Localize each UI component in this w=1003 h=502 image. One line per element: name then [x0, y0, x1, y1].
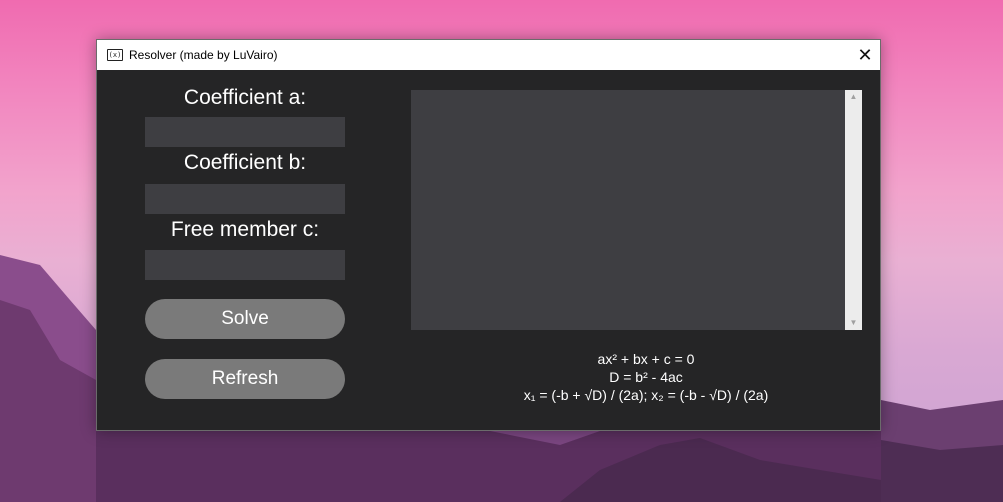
free-member-c-input[interactable] [145, 250, 345, 280]
result-output-area[interactable]: ▲ ▼ [411, 90, 862, 330]
result-text [411, 90, 862, 102]
refresh-button[interactable]: Refresh [145, 359, 345, 399]
formula-roots: x₁ = (-b + √D) / (2a); x₂ = (-b - √D) / … [523, 387, 769, 403]
label-coefficient-a: Coefficient a: [183, 86, 307, 109]
formula-reference: ax² + bx + c = 0 D = b² - 4ac x₁ = (-b +… [411, 350, 881, 404]
label-free-member-c: Free member c: [170, 218, 320, 241]
output-scrollbar[interactable]: ▲ ▼ [845, 90, 862, 330]
scroll-down-arrow-icon[interactable]: ▼ [845, 316, 862, 330]
resolver-window: (x) Resolver (made by LuVairo) ✕ Coeffic… [96, 39, 881, 431]
label-coefficient-b: Coefficient b: [183, 151, 307, 174]
app-icon: (x) [107, 49, 123, 61]
coefficient-b-input[interactable] [145, 184, 345, 214]
formula-discriminant: D = b² - 4ac [609, 369, 683, 385]
coefficient-a-input[interactable] [145, 117, 345, 147]
formula-equation: ax² + bx + c = 0 [597, 351, 695, 367]
title-bar[interactable]: (x) Resolver (made by LuVairo) ✕ [97, 40, 880, 70]
window-title: Resolver (made by LuVairo) [129, 48, 278, 62]
close-button[interactable]: ✕ [850, 40, 880, 70]
solve-button[interactable]: Solve [145, 299, 345, 339]
scroll-up-arrow-icon[interactable]: ▲ [845, 90, 862, 104]
